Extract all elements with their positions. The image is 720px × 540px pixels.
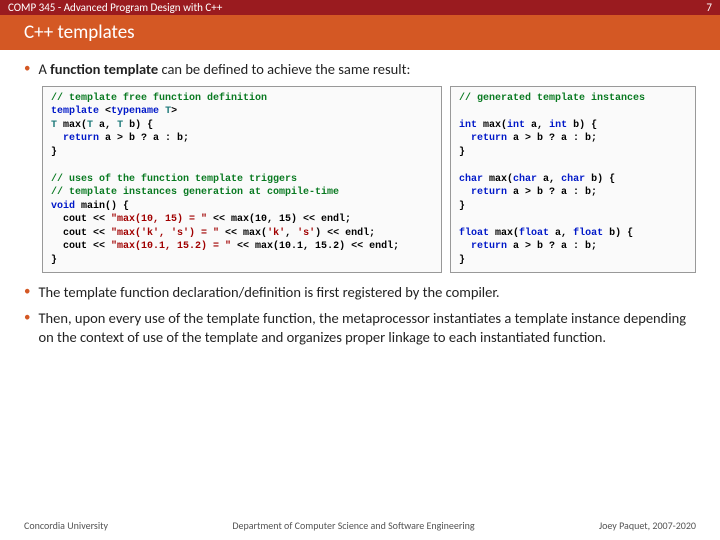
t: a,	[549, 228, 573, 239]
kw: void	[51, 201, 75, 212]
t: b) {	[123, 120, 153, 131]
t: cout <<	[51, 214, 111, 225]
t: a,	[537, 174, 561, 185]
kw: return	[459, 187, 507, 198]
t: cout <<	[51, 228, 111, 239]
text: A	[38, 60, 50, 78]
page-number: 7	[706, 1, 712, 14]
kw: char	[561, 174, 585, 185]
t: a > b ? a : b;	[507, 133, 597, 144]
t: main() {	[75, 201, 129, 212]
text: can be defined to achieve the same resul…	[158, 60, 410, 78]
kw: typename	[111, 106, 159, 117]
t: ) << endl;	[315, 228, 375, 239]
str: 's'	[297, 228, 315, 239]
str: "max('k', 's') = "	[111, 228, 219, 239]
kw: float	[519, 228, 549, 239]
bullet-icon: •	[24, 60, 30, 78]
bullet-2: • The template function declaration/defi…	[24, 283, 696, 303]
bullet-icon: •	[24, 283, 30, 301]
code-box-right: // generated template instances int max(…	[450, 86, 696, 274]
t: cout <<	[51, 241, 111, 252]
t: }	[459, 147, 465, 158]
t: >	[171, 106, 177, 117]
footer: Concordia University Department of Compu…	[24, 519, 696, 532]
t: }	[459, 201, 465, 212]
t: max(	[57, 120, 87, 131]
t: b) {	[567, 120, 597, 131]
t: a > b ? a : b;	[507, 241, 597, 252]
top-bar: COMP 345 - Advanced Program Design with …	[0, 0, 720, 15]
kw: return	[51, 133, 99, 144]
slide-title: C++ templates	[0, 15, 720, 50]
t: <	[99, 106, 111, 117]
kw: float	[459, 228, 489, 239]
footer-left: Concordia University	[24, 519, 108, 532]
t: b) {	[585, 174, 615, 185]
bullet-icon: •	[24, 309, 30, 327]
t: }	[51, 255, 57, 266]
footer-right: Joey Paquet, 2007-2020	[599, 519, 696, 532]
kw: int	[507, 120, 525, 131]
kw: int	[549, 120, 567, 131]
code-row: // template free function definition tem…	[42, 86, 696, 274]
str: 'k'	[267, 228, 285, 239]
t: max(	[477, 120, 507, 131]
code-comment: // template instances generation at comp…	[51, 187, 339, 198]
code-box-left: // template free function definition tem…	[42, 86, 442, 274]
kw: return	[459, 241, 507, 252]
footer-center: Department of Computer Science and Softw…	[232, 519, 474, 532]
str: "max(10.1, 15.2) = "	[111, 241, 231, 252]
t: max(	[483, 174, 513, 185]
bullet-2-text: The template function declaration/defini…	[38, 283, 696, 303]
kw: int	[459, 120, 477, 131]
t: b) {	[603, 228, 633, 239]
t: << max(	[219, 228, 267, 239]
bullet-3-text: Then, upon every use of the template fun…	[38, 309, 696, 348]
kw: return	[459, 133, 507, 144]
t: ,	[285, 228, 297, 239]
kw: float	[573, 228, 603, 239]
content-area: • A function template can be defined to …	[0, 50, 720, 348]
t: }	[459, 255, 465, 266]
kw: char	[513, 174, 537, 185]
bullet-1: • A function template can be defined to …	[24, 60, 696, 80]
code-comment: // generated template instances	[459, 93, 645, 104]
kw: char	[459, 174, 483, 185]
t: a > b ? a : b;	[99, 133, 189, 144]
bullet-3: • Then, upon every use of the template f…	[24, 309, 696, 348]
kw: template	[51, 106, 99, 117]
t: << max(10.1, 15.2) << endl;	[231, 241, 399, 252]
t: << max(10, 15) << endl;	[207, 214, 351, 225]
str: "max(10, 15) = "	[111, 214, 207, 225]
bullet-1-text: A function template can be defined to ac…	[38, 60, 696, 80]
t: a,	[93, 120, 117, 131]
course-label: COMP 345 - Advanced Program Design with …	[8, 1, 222, 14]
text-bold: function template	[50, 60, 158, 78]
t: max(	[489, 228, 519, 239]
code-comment: // template free function definition	[51, 93, 267, 104]
code-comment: // uses of the function template trigger…	[51, 174, 297, 185]
t: }	[51, 147, 57, 158]
t: a > b ? a : b;	[507, 187, 597, 198]
t: a,	[525, 120, 549, 131]
